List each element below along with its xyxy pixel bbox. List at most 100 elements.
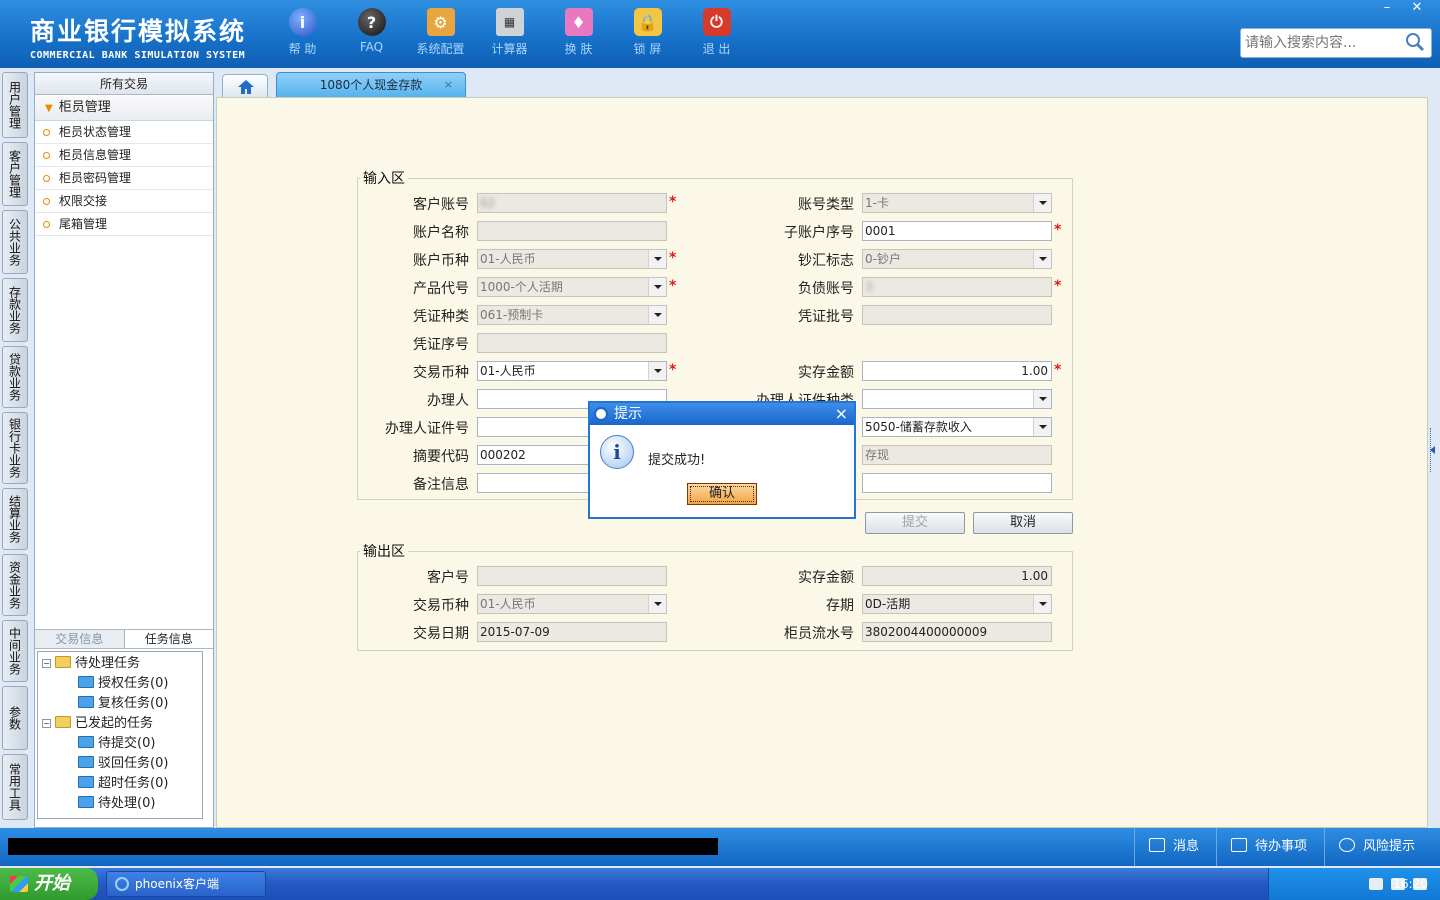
tx-currency-select[interactable]: 01-人民币 [477, 361, 667, 381]
dialog-close-icon[interactable]: × [835, 403, 848, 425]
voucher-batch-field[interactable] [862, 305, 1052, 325]
chevron-down-icon[interactable] [648, 362, 666, 380]
menu-group-teller[interactable]: ▼ 柜员管理 [35, 95, 213, 121]
faq-button[interactable]: ? FAQ [337, 8, 406, 57]
collapse-icon[interactable]: − [42, 719, 51, 728]
menu-item[interactable]: 权限交接 [35, 190, 213, 213]
dialog-message: 提交成功! [648, 453, 706, 468]
skin-button[interactable]: ♦ 换 肤 [544, 8, 613, 57]
collapse-icon[interactable]: − [42, 659, 51, 668]
chevron-down-icon[interactable] [1033, 595, 1051, 613]
tree-node[interactable]: 待处理(0) [38, 794, 202, 814]
menu-item[interactable]: 柜员密码管理 [35, 167, 213, 190]
out-tx-currency-select[interactable]: 01-人民币 [477, 594, 667, 614]
acct-currency-select[interactable]: 01-人民币 [477, 249, 667, 269]
input-area-legend: 输入区 [363, 171, 405, 187]
out-term-select[interactable]: 0D-活期 [862, 594, 1052, 614]
folder-icon [78, 696, 94, 708]
exit-button[interactable]: ⏻ 退 出 [682, 8, 751, 57]
chevron-down-icon[interactable] [1033, 390, 1051, 408]
sub-acct-seq-input[interactable]: 0001 [862, 221, 1052, 241]
lock-screen-button[interactable]: 🔒 锁 屏 [613, 8, 682, 57]
taskbar-app-phoenix[interactable]: phoenix客户端 [106, 871, 266, 897]
vtab-tools[interactable]: 常用工具 [2, 754, 28, 820]
chevron-down-icon[interactable] [648, 278, 666, 296]
acct-no-field[interactable]: 62 [477, 193, 667, 213]
tree-node-initiated[interactable]: − 已发起的任务 [38, 714, 202, 734]
system-tray: 16:20 [1268, 868, 1440, 900]
cash-remit-select[interactable]: 0-钞户 [862, 249, 1052, 269]
voucher-type-select[interactable]: 061-预制卡 [477, 305, 667, 325]
label-tx-currency: 交易币种 [413, 365, 469, 381]
menu-item[interactable]: 柜员信息管理 [35, 144, 213, 167]
vtab-bank-card[interactable]: 银行卡业务 [2, 412, 28, 484]
close-tab-icon[interactable]: × [444, 73, 453, 97]
tab-home[interactable] [222, 74, 268, 98]
tab-personal-cash-deposit[interactable]: 1080个人现金存款 × [276, 72, 466, 98]
vtab-deposit[interactable]: 存款业务 [2, 278, 28, 342]
messages-button[interactable]: 消息 [1134, 828, 1216, 866]
vtab-user-mgmt[interactable]: 用户管理 [2, 72, 28, 138]
all-transactions-title[interactable]: 所有交易 [35, 73, 213, 95]
start-button[interactable]: 开始 [0, 868, 98, 900]
menu-item[interactable]: 尾箱管理 [35, 213, 213, 236]
tree-node[interactable]: 复核任务(0) [38, 694, 202, 714]
label-handler-id-no: 办理人证件号 [385, 421, 469, 437]
product-select[interactable]: 1000-个人活期 [477, 277, 667, 297]
chevron-down-icon[interactable] [1033, 194, 1051, 212]
menu-item[interactable]: 柜员状态管理 [35, 121, 213, 144]
label-tx-date: 交易日期 [413, 626, 469, 642]
status-bar: 消息 待办事项 风险提示 [0, 828, 1440, 866]
chevron-down-icon[interactable] [1033, 418, 1051, 436]
tab-task-info[interactable]: 任务信息 [123, 630, 213, 648]
collapse-right-panel-handle[interactable] [1430, 428, 1438, 472]
vtab-loan[interactable]: 贷款业务 [2, 346, 28, 408]
acct-name-field[interactable] [477, 221, 667, 241]
search-icon[interactable] [1405, 32, 1425, 52]
handler-id-type-select[interactable] [862, 389, 1052, 409]
app-globe-icon [594, 407, 608, 421]
tree-node-pending[interactable]: − 待处理任务 [38, 654, 202, 674]
confirm-button[interactable]: 确认 [687, 483, 757, 505]
help-button[interactable]: i帮 助 [268, 8, 337, 57]
vtab-intermediary[interactable]: 中间业务 [2, 620, 28, 682]
minimize-icon[interactable]: – [1372, 0, 1402, 18]
folder-icon [78, 676, 94, 688]
chevron-down-icon[interactable] [648, 595, 666, 613]
acct-type-select[interactable]: 1-卡 [862, 193, 1052, 213]
vtab-public[interactable]: 公共业务 [2, 210, 28, 274]
category-select[interactable]: 5050-储蓄存款收入 [862, 417, 1052, 437]
app-subtitle: COMMERCIAL BANK SIMULATION SYSTEM [30, 50, 246, 61]
settings-button[interactable]: ⚙ 系统配置 [406, 8, 475, 57]
summary-text-field[interactable]: 存现 [862, 445, 1052, 465]
chevron-down-icon[interactable] [1033, 250, 1051, 268]
calculator-button[interactable]: ▦ 计算器 [475, 8, 544, 57]
tree-node[interactable]: 驳回任务(0) [38, 754, 202, 774]
voucher-seq-field[interactable] [477, 333, 667, 353]
keyboard-icon[interactable] [1369, 878, 1383, 890]
tree-node[interactable]: 待提交(0) [38, 734, 202, 754]
search-input[interactable] [1241, 29, 1401, 57]
close-window-icon[interactable]: ✕ [1402, 0, 1432, 18]
required-mark: * [669, 278, 677, 294]
vtab-settlement[interactable]: 结算业务 [2, 488, 28, 550]
liability-acct-field[interactable]: 3 [862, 277, 1052, 297]
info-icon: i [600, 435, 634, 469]
tree-node[interactable]: 超时任务(0) [38, 774, 202, 794]
amount-input[interactable]: 1.00 [862, 361, 1052, 381]
vtab-funds[interactable]: 资金业务 [2, 554, 28, 616]
remarks-extra-input[interactable] [862, 473, 1052, 493]
category-tabs: 用户管理 客户管理 公共业务 存款业务 贷款业务 银行卡业务 结算业务 资金业务… [0, 72, 30, 824]
dialog-title: 提示 [614, 406, 642, 422]
todo-button[interactable]: 待办事项 [1216, 828, 1324, 866]
vtab-params[interactable]: 参数 [2, 686, 28, 750]
tree-node[interactable]: 授权任务(0) [38, 674, 202, 694]
cancel-button[interactable]: 取消 [973, 512, 1073, 534]
vtab-customer-mgmt[interactable]: 客户管理 [2, 142, 28, 206]
tab-transaction-info[interactable]: 交易信息 [35, 630, 124, 648]
chevron-down-icon[interactable] [648, 306, 666, 324]
folder-icon [55, 656, 71, 668]
risk-alert-button[interactable]: 风险提示 [1324, 828, 1440, 866]
submit-button[interactable]: 提交 [865, 512, 965, 534]
chevron-down-icon[interactable] [648, 250, 666, 268]
